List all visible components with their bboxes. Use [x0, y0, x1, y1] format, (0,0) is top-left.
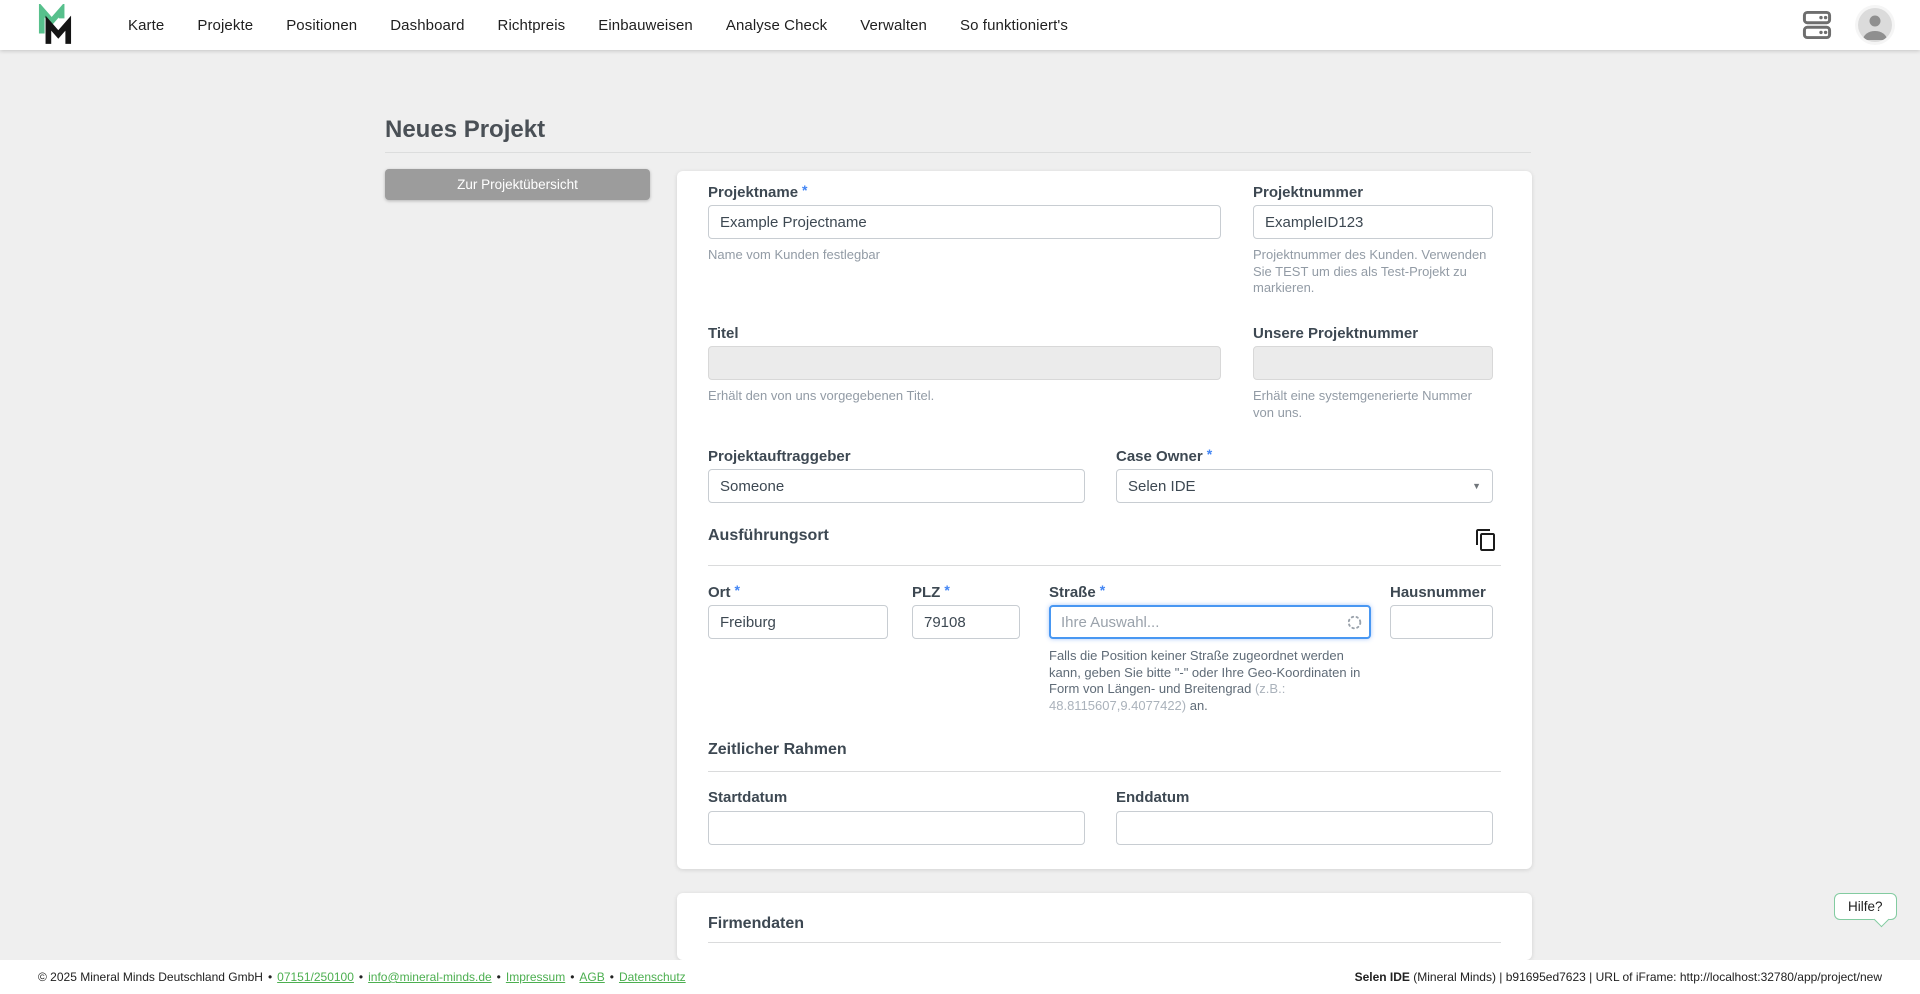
enddatum-label: Enddatum — [1116, 789, 1189, 806]
projektname-input[interactable] — [708, 205, 1221, 239]
projektnummer-input[interactable] — [1253, 205, 1493, 239]
projektname-helper: Name vom Kunden festlegbar — [708, 247, 880, 264]
section-heading-ausfuehrungsort: Ausführungsort — [708, 527, 829, 545]
case-owner-select[interactable]: Selen IDE ▼ — [1116, 469, 1493, 503]
nav-item-so-funktionierts[interactable]: So funktioniert's — [960, 17, 1068, 34]
mineral-minds-logo[interactable] — [38, 4, 72, 46]
section-divider — [708, 771, 1501, 772]
chevron-down-icon: ▼ — [1472, 481, 1481, 491]
new-project-form-card: Projektname* Name vom Kunden festlegbar … — [677, 171, 1532, 869]
nav-item-dashboard[interactable]: Dashboard — [390, 17, 464, 34]
top-navigation-bar: Karte Projekte Positionen Dashboard Rich… — [0, 0, 1920, 50]
back-to-project-overview-button[interactable]: Zur Projektübersicht — [385, 169, 650, 200]
footer-left: © 2025 Mineral Minds Deutschland GmbH•07… — [38, 970, 686, 984]
nav-item-projekte[interactable]: Projekte — [197, 17, 253, 34]
startdatum-input[interactable] — [708, 811, 1085, 845]
unsere-projektnummer-input — [1253, 346, 1493, 380]
projektauftraggeber-label: Projektauftraggeber — [708, 448, 851, 465]
strasse-input[interactable] — [1049, 605, 1371, 639]
ort-label: Ort* — [708, 584, 740, 601]
copy-icon[interactable] — [1474, 528, 1498, 552]
unsere-projektnummer-helper: Erhält eine systemgenerierte Nummer von … — [1253, 388, 1496, 421]
required-asterisk: * — [1100, 582, 1105, 598]
section-heading-firmendaten: Firmendaten — [708, 915, 804, 933]
titel-input — [708, 346, 1221, 380]
unsere-projektnummer-label: Unsere Projektnummer — [1253, 325, 1418, 342]
footer-link-email[interactable]: info@mineral-minds.de — [368, 970, 492, 984]
required-asterisk: * — [802, 182, 807, 198]
nav-item-einbauweisen[interactable]: Einbauweisen — [598, 17, 693, 34]
server-icon[interactable] — [1802, 9, 1832, 41]
footer-link-datenschutz[interactable]: Datenschutz — [619, 970, 686, 984]
strasse-label: Straße* — [1049, 584, 1105, 601]
nav-item-karte[interactable]: Karte — [128, 17, 164, 34]
projektauftraggeber-input[interactable] — [708, 469, 1085, 503]
hausnummer-label: Hausnummer — [1390, 584, 1486, 601]
help-button[interactable]: Hilfe? — [1834, 893, 1897, 920]
firmendaten-card: Firmendaten — [677, 893, 1532, 960]
nav-item-positionen[interactable]: Positionen — [286, 17, 357, 34]
titel-helper: Erhält den von uns vorgegebenen Titel. — [708, 388, 934, 405]
case-owner-selected-value: Selen IDE — [1128, 478, 1196, 495]
section-divider — [708, 942, 1501, 943]
section-divider — [708, 565, 1501, 566]
plz-label: PLZ* — [912, 584, 950, 601]
plz-input[interactable] — [912, 605, 1020, 639]
required-asterisk: * — [735, 582, 740, 598]
footer: © 2025 Mineral Minds Deutschland GmbH•07… — [0, 960, 1920, 994]
startdatum-label: Startdatum — [708, 789, 787, 806]
user-avatar-icon[interactable] — [1858, 8, 1892, 42]
footer-session-info: Selen IDE (Mineral Minds) | b91695ed7623… — [1355, 970, 1882, 984]
required-asterisk: * — [1207, 446, 1212, 462]
footer-link-impressum[interactable]: Impressum — [506, 970, 565, 984]
footer-link-agb[interactable]: AGB — [579, 970, 604, 984]
projektname-label: Projektname* — [708, 184, 808, 201]
enddatum-input[interactable] — [1116, 811, 1493, 845]
required-asterisk: * — [944, 582, 949, 598]
strasse-helper: Falls die Position keiner Straße zugeord… — [1049, 648, 1361, 714]
footer-link-phone[interactable]: 07151/250100 — [277, 970, 354, 984]
nav-item-verwalten[interactable]: Verwalten — [860, 17, 927, 34]
case-owner-label: Case Owner* — [1116, 448, 1212, 465]
projektnummer-helper: Projektnummer des Kunden. Verwenden Sie … — [1253, 247, 1496, 297]
hausnummer-input[interactable] — [1390, 605, 1493, 639]
ort-input[interactable] — [708, 605, 888, 639]
page-title: Neues Projekt — [385, 116, 545, 144]
nav-item-analyse-check[interactable]: Analyse Check — [726, 17, 827, 34]
section-heading-zeitlicher-rahmen: Zeitlicher Rahmen — [708, 741, 847, 759]
title-divider — [385, 152, 1531, 153]
titel-label: Titel — [708, 325, 739, 342]
main-nav: Karte Projekte Positionen Dashboard Rich… — [128, 17, 1068, 34]
topbar-right-controls — [1802, 8, 1892, 42]
footer-copyright: © 2025 Mineral Minds Deutschland GmbH — [38, 970, 263, 984]
projektnummer-label: Projektnummer — [1253, 184, 1363, 201]
nav-item-richtpreis[interactable]: Richtpreis — [498, 17, 566, 34]
